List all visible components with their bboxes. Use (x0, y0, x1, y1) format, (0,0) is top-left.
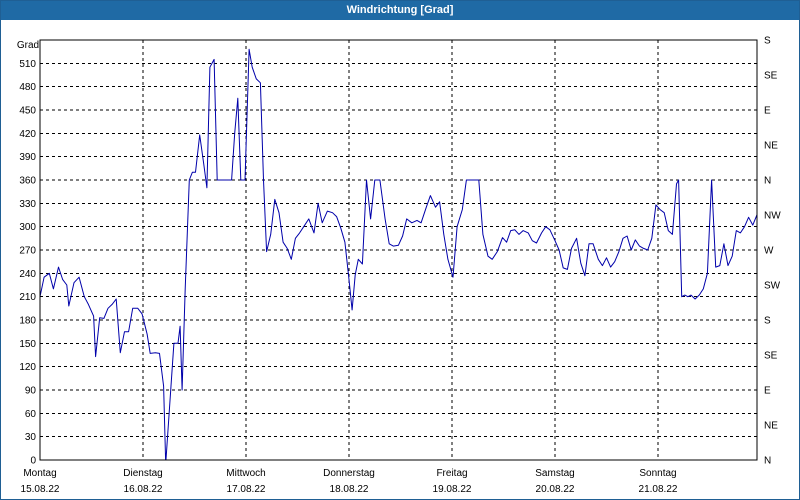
x-tick-date: 17.08.22 (227, 484, 266, 495)
y2-tick-label: NW (764, 211, 781, 222)
y-tick-label: 480 (19, 82, 36, 93)
y2-tick-label: N (764, 456, 771, 467)
y-tick-label: 210 (19, 292, 36, 303)
x-tick-weekday: Dienstag (123, 468, 162, 479)
y-tick-label: 390 (19, 152, 36, 163)
y2-tick-label: SE (764, 71, 778, 82)
y-tick-label: 120 (19, 362, 36, 373)
grid-lines (40, 40, 757, 460)
y-tick-label: 300 (19, 222, 36, 233)
x-axis-ticks: Montag 15.08.22 Dienstag 16.08.22 Mittwoch 17… (21, 468, 678, 495)
x-tick-weekday: Montag (23, 468, 56, 479)
x-tick-weekday: Freitag (436, 468, 467, 479)
y2-tick-label: E (764, 386, 771, 397)
x-tick-weekday: Sonntag (639, 468, 676, 479)
x-tick-weekday: Mittwoch (226, 468, 265, 479)
y-tick-label: 330 (19, 199, 36, 210)
wind-direction-chart: Grad 0 30 60 90 120 150 180 210 240 270 300 330 360 3… (17, 36, 781, 496)
y-tick-label: 240 (19, 269, 36, 280)
y2-tick-label: NE (764, 141, 778, 152)
y-tick-label: 420 (19, 129, 36, 140)
y-tick-label: 450 (19, 106, 36, 117)
x-tick-date: 16.08.22 (124, 484, 163, 495)
series-layer (40, 48, 757, 460)
y2-tick-label: W (764, 246, 774, 257)
x-tick-date: 20.08.22 (536, 484, 575, 495)
plot-frame (39, 39, 758, 461)
y-tick-label: 150 (19, 339, 36, 350)
y-tick-label: 90 (25, 386, 37, 397)
x-tick-weekday: Donnerstag (323, 468, 375, 479)
y-tick-label: 30 (25, 432, 37, 443)
y2-tick-label: NE (764, 421, 778, 432)
x-tick-date: 15.08.22 (21, 484, 60, 495)
y-tick-label: 510 (19, 59, 36, 70)
x-tick-date: 19.08.22 (433, 484, 472, 495)
y2-tick-label: SW (764, 281, 781, 292)
x-tick-date: 21.08.22 (639, 484, 678, 495)
y-tick-label: 180 (19, 316, 36, 327)
y-tick-label: 60 (25, 409, 37, 420)
x-tick-date: 18.08.22 (330, 484, 369, 495)
y2-tick-label: S (764, 316, 771, 327)
right-axis-ticks: N NE E SE S SW W NW N NE E SE S (764, 36, 781, 467)
y-tick-label: 0 (30, 456, 36, 467)
series-line-1 (40, 48, 757, 460)
left-axis-ticks: 0 30 60 90 120 150 180 210 240 270 300 330 360 390 420… (19, 59, 36, 467)
y2-tick-label: N (764, 176, 771, 187)
y-axis-label: Grad (17, 40, 39, 51)
y-tick-label: 360 (19, 176, 36, 187)
y-tick-label: 270 (19, 246, 36, 257)
y2-tick-label: E (764, 106, 771, 117)
y2-tick-label: S (764, 36, 771, 47)
y2-tick-label: SE (764, 351, 778, 362)
x-tick-weekday: Samstag (535, 468, 574, 479)
